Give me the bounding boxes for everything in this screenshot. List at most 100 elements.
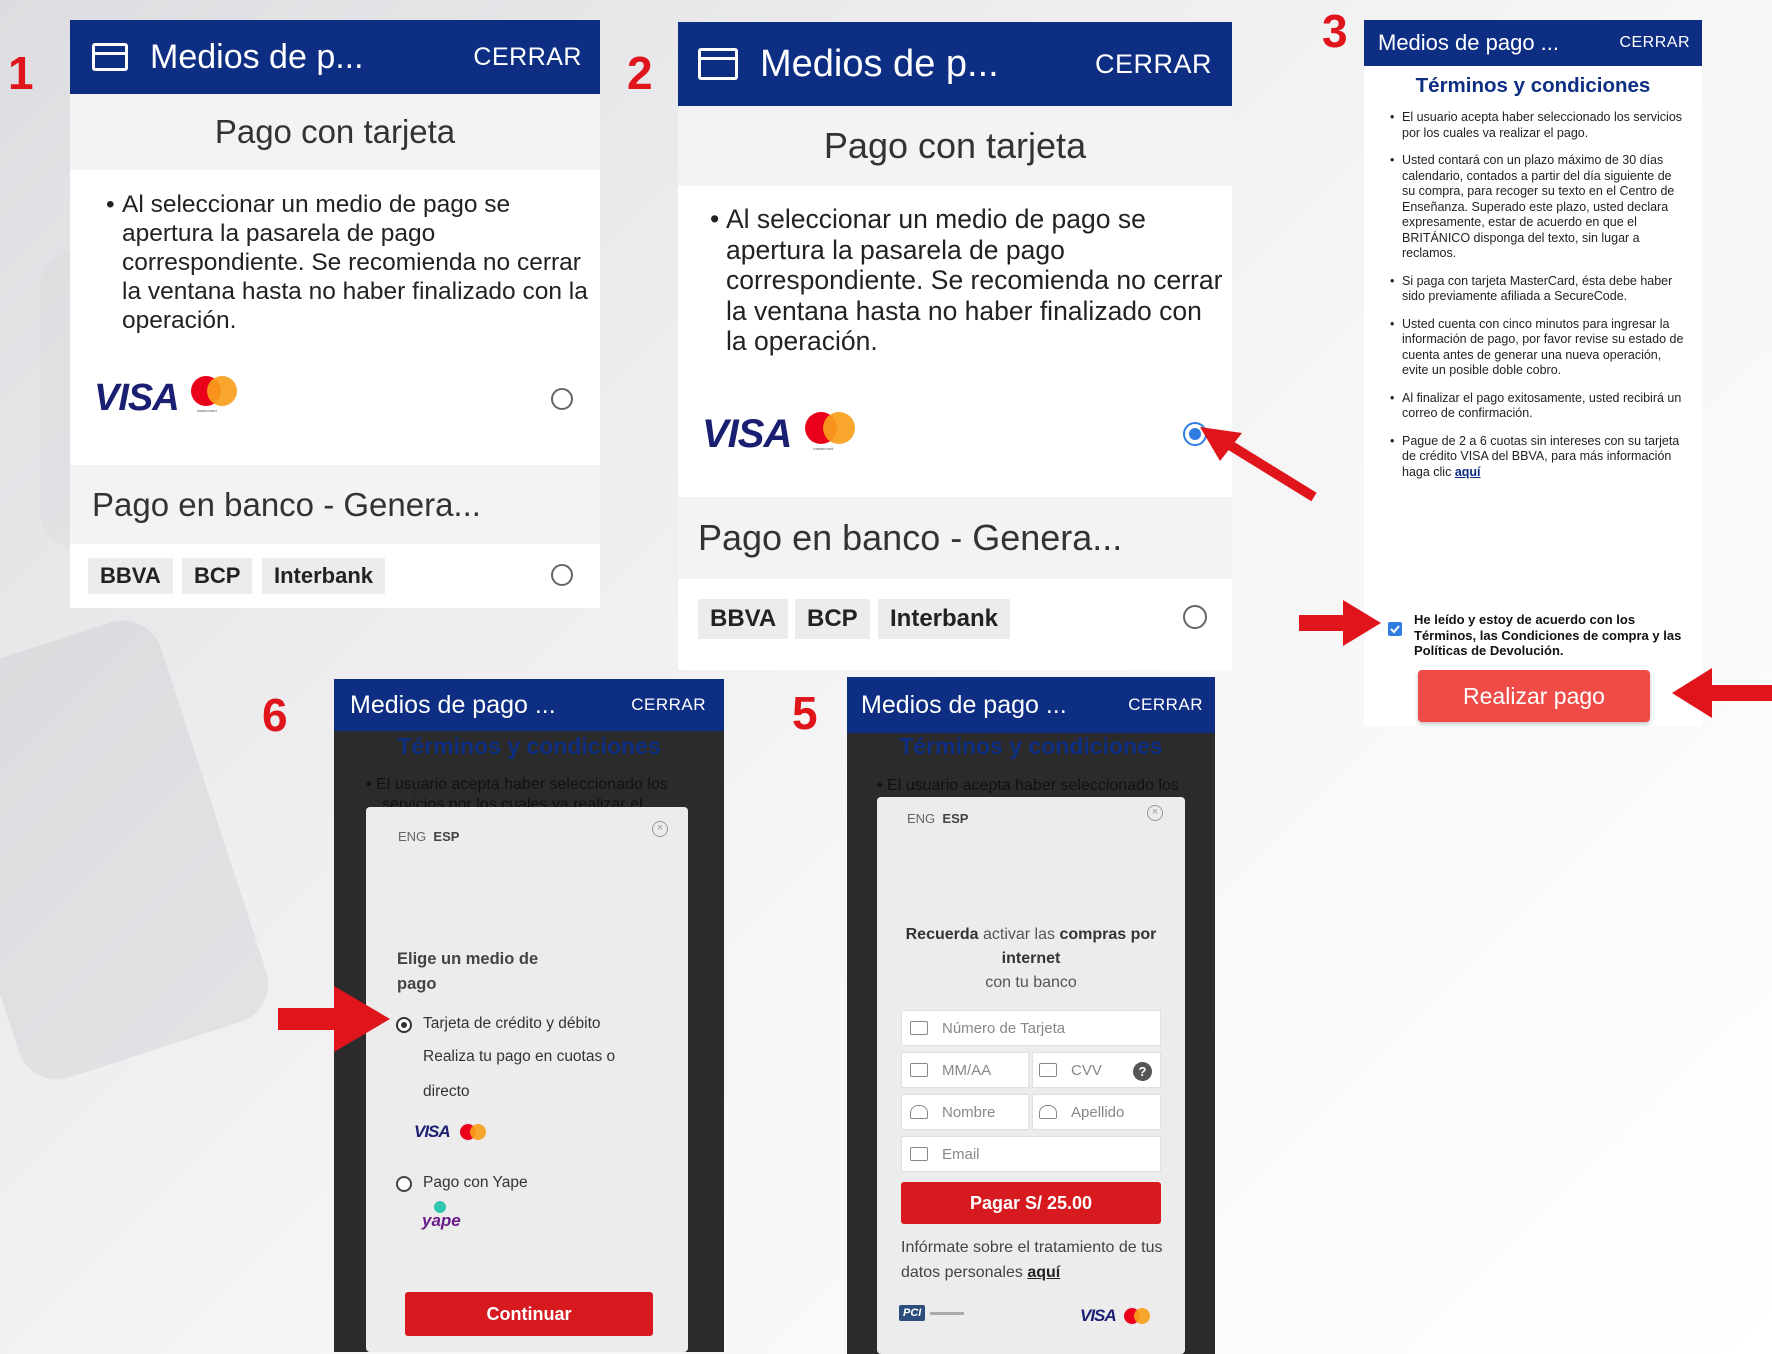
- gateway-modal: ENG ESP × Elige un medio de pago Tarjeta…: [366, 807, 688, 1352]
- email-input[interactable]: Email: [901, 1136, 1161, 1172]
- background-terms-title: Términos y condiciones: [397, 733, 661, 759]
- user-icon: [1039, 1105, 1057, 1119]
- bank-chip-bbva: BBVA: [88, 558, 173, 594]
- card-option[interactable]: Al seleccionar un medio de pago se apert…: [70, 170, 600, 465]
- panel-title: Medios de pago ...: [1378, 30, 1560, 55]
- terms-info-link[interactable]: aquí: [1455, 465, 1481, 479]
- close-button[interactable]: CERRAR: [631, 695, 706, 715]
- language-switch[interactable]: ENG ESP: [907, 811, 968, 826]
- panel-header: Medios de pago ... CERRAR: [334, 679, 724, 731]
- payment-gateway-choose-panel: Medios de pago ... CERRAR Términos y con…: [334, 679, 724, 1352]
- term-item: Pague de 2 a 6 cuotas sin intereses con …: [1388, 434, 1688, 481]
- card-method-radio[interactable]: [396, 1017, 412, 1033]
- help-icon[interactable]: ?: [1133, 1062, 1152, 1081]
- term-item: El usuario acepta haber seleccionado los…: [1388, 110, 1688, 141]
- close-icon[interactable]: ×: [652, 821, 668, 837]
- step-number-1: 1: [8, 47, 34, 99]
- expiry-input[interactable]: MM/AA: [901, 1052, 1029, 1088]
- panel-title: Medios de pago ...: [350, 690, 556, 719]
- language-switch[interactable]: ENG ESP: [398, 829, 459, 844]
- bank-section-title: Pago en banco - Genera...: [678, 497, 1232, 579]
- bank-chip-bcp: BCP: [182, 558, 253, 594]
- panel-header: Medios de p... CERRAR: [70, 20, 600, 94]
- card-description: Al seleccionar un medio de pago se apert…: [92, 190, 592, 335]
- bank-radio-button[interactable]: [1183, 605, 1207, 629]
- card-brand-logos: VISA: [1080, 1306, 1150, 1326]
- last-name-input[interactable]: Apellido: [1032, 1094, 1161, 1130]
- terms-list: El usuario acepta haber seleccionado los…: [1364, 110, 1702, 480]
- choose-method-title: Elige un medio de pago: [397, 950, 539, 993]
- background-terms-text: • El usuario acepta haber seleccionado l…: [877, 777, 1179, 794]
- mastercard-logo: mastercard: [190, 376, 239, 420]
- card-description: Al seleccionar un medio de pago se apert…: [696, 204, 1226, 357]
- privacy-link[interactable]: aquí: [1027, 1264, 1060, 1281]
- close-button[interactable]: CERRAR: [1128, 695, 1203, 715]
- panel-title: Medios de p...: [760, 42, 999, 85]
- calendar-icon: [910, 1063, 928, 1077]
- panel-header: Medios de pago ... CERRAR: [847, 677, 1215, 733]
- terms-checkbox-label: He leído y estoy de acuerdo con los Térm…: [1414, 612, 1682, 658]
- panel-title: Medios de p...: [150, 37, 364, 76]
- card-method-description: Realiza tu pago en cuotas o directo: [423, 1048, 616, 1100]
- card-option[interactable]: Al seleccionar un medio de pago se apert…: [678, 186, 1232, 497]
- realizar-pago-button[interactable]: Realizar pago: [1418, 670, 1650, 722]
- pci-logo: PCI: [899, 1305, 965, 1321]
- payment-methods-panel-1: Medios de p... CERRAR Pago con tarjeta A…: [70, 20, 600, 608]
- bank-chip-interbank: Interbank: [878, 599, 1011, 639]
- mastercard-logo: [1123, 1308, 1150, 1324]
- credit-card-icon: [910, 1021, 928, 1035]
- step-number-3: 3: [1322, 5, 1348, 57]
- continue-button[interactable]: Continuar: [405, 1292, 653, 1336]
- terms-checkbox[interactable]: [1388, 622, 1402, 636]
- bank-radio-button[interactable]: [551, 564, 573, 586]
- bank-reminder: Recuerda activar las compras por interne…: [905, 926, 1157, 991]
- background-shape: [0, 610, 279, 1090]
- term-item: Usted contará con un plazo máximo de 30 …: [1388, 153, 1688, 262]
- close-button[interactable]: CERRAR: [473, 43, 582, 72]
- arrow-icon: [1200, 427, 1317, 502]
- card-section-title: Pago con tarjeta: [678, 106, 1232, 186]
- panel-header: Medios de p... CERRAR: [678, 22, 1232, 106]
- terms-panel: Medios de pago ... CERRAR Términos y con…: [1364, 20, 1702, 726]
- bank-section-title: Pago en banco - Genera...: [70, 465, 600, 544]
- pay-button[interactable]: Pagar S/ 25.00: [901, 1182, 1161, 1224]
- card-section-title: Pago con tarjeta: [70, 94, 600, 170]
- bank-option[interactable]: BBVA BCP Interbank: [678, 579, 1232, 670]
- payment-methods-panel-2: Medios de p... CERRAR Pago con tarjeta A…: [678, 22, 1232, 670]
- bank-chip-interbank: Interbank: [262, 558, 386, 594]
- bank-chip-bbva: BBVA: [698, 599, 789, 639]
- visa-logo: VISA: [702, 411, 792, 456]
- card-brand-logos: VISA: [414, 1122, 486, 1142]
- card-form-modal: ENG ESP × Recuerda activar las compras p…: [877, 797, 1185, 1354]
- card-number-input[interactable]: Número de Tarjeta: [901, 1010, 1161, 1046]
- envelope-icon: [910, 1147, 928, 1161]
- credit-card-icon: [92, 43, 128, 71]
- term-item: Si paga con tarjeta MasterCard, ésta deb…: [1388, 274, 1688, 305]
- close-button[interactable]: CERRAR: [1619, 34, 1690, 52]
- bank-option[interactable]: BBVA BCP Interbank: [70, 544, 600, 608]
- mastercard-logo: [459, 1124, 486, 1140]
- card-brand-logos: VISA mastercard: [94, 376, 239, 420]
- step-number-2: 2: [627, 47, 653, 99]
- privacy-notice: Infórmate sobre el tratamiento de tus da…: [901, 1239, 1163, 1281]
- yape-method-radio[interactable]: [396, 1176, 412, 1192]
- visa-logo: VISA: [94, 376, 180, 419]
- visa-logo: VISA: [414, 1122, 451, 1141]
- yape-logo: yape: [422, 1201, 462, 1245]
- user-icon: [910, 1105, 928, 1119]
- card-method-label[interactable]: Tarjeta de crédito y débito: [423, 1015, 601, 1033]
- arrow-icon: [278, 986, 390, 1052]
- yape-method-label[interactable]: Pago con Yape: [423, 1174, 528, 1192]
- card-brand-logos: VISA mastercard: [702, 412, 857, 456]
- close-icon[interactable]: ×: [1147, 805, 1163, 821]
- card-payment-form-panel: Medios de pago ... CERRAR Términos y con…: [847, 677, 1215, 1354]
- step-number-6: 6: [262, 689, 288, 741]
- panel-header: Medios de pago ... CERRAR: [1364, 20, 1702, 66]
- card-radio-button[interactable]: [551, 388, 573, 410]
- first-name-input[interactable]: Nombre: [901, 1094, 1029, 1130]
- close-button[interactable]: CERRAR: [1095, 49, 1212, 80]
- terms-title: Términos y condiciones: [1415, 74, 1651, 97]
- cvv-input[interactable]: CVV ?: [1032, 1052, 1161, 1088]
- panel-title: Medios de pago ...: [861, 690, 1067, 719]
- terms-checkbox-row: He leído y estoy de acuerdo con los Térm…: [1388, 612, 1693, 659]
